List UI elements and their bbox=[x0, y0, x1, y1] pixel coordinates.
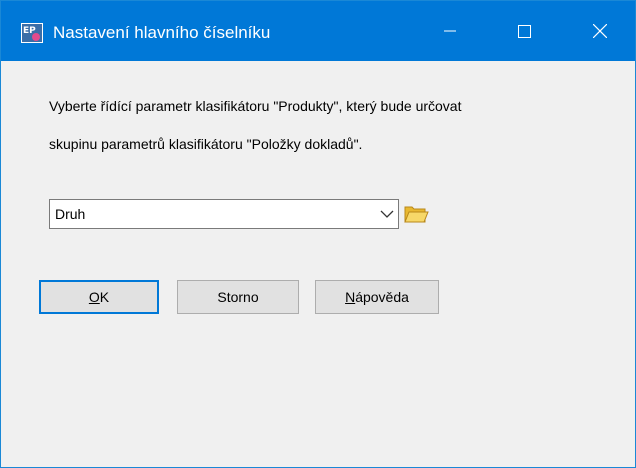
help-button[interactable]: Nápověda bbox=[315, 280, 439, 314]
description-line-1: Vyberte řídící parametr klasifikátoru "P… bbox=[49, 98, 462, 114]
close-button[interactable] bbox=[577, 1, 623, 61]
ep-app-icon: EP bbox=[21, 23, 43, 43]
dialog-window: EP Nastavení hlavního číselníku Vyberte … bbox=[0, 0, 636, 468]
storno-label: Storno bbox=[217, 289, 259, 305]
ok-label-rest: K bbox=[99, 289, 110, 305]
title-bar[interactable]: EP Nastavení hlavního číselníku bbox=[1, 1, 635, 61]
folder-icon[interactable] bbox=[403, 201, 429, 227]
parameter-combobox[interactable]: Druh bbox=[49, 199, 399, 229]
minimize-button[interactable] bbox=[427, 1, 473, 61]
storno-button[interactable]: Storno bbox=[177, 280, 299, 314]
ok-mnemonic: O bbox=[88, 289, 100, 305]
dialog-body: Vyberte řídící parametr klasifikátoru "P… bbox=[1, 61, 635, 467]
close-icon bbox=[593, 24, 607, 38]
help-label-rest: ápověda bbox=[355, 289, 409, 305]
maximize-icon bbox=[517, 24, 531, 38]
combobox-value: Druh bbox=[55, 206, 86, 222]
minimize-icon bbox=[444, 30, 456, 32]
chevron-down-icon[interactable] bbox=[380, 209, 394, 219]
help-mnemonic: N bbox=[345, 289, 356, 305]
description-line-2: skupinu parametrů klasifikátoru "Položky… bbox=[49, 136, 363, 152]
window-title: Nastavení hlavního číselníku bbox=[53, 23, 271, 42]
maximize-button[interactable] bbox=[501, 1, 547, 61]
ok-button[interactable]: OK bbox=[39, 280, 159, 314]
